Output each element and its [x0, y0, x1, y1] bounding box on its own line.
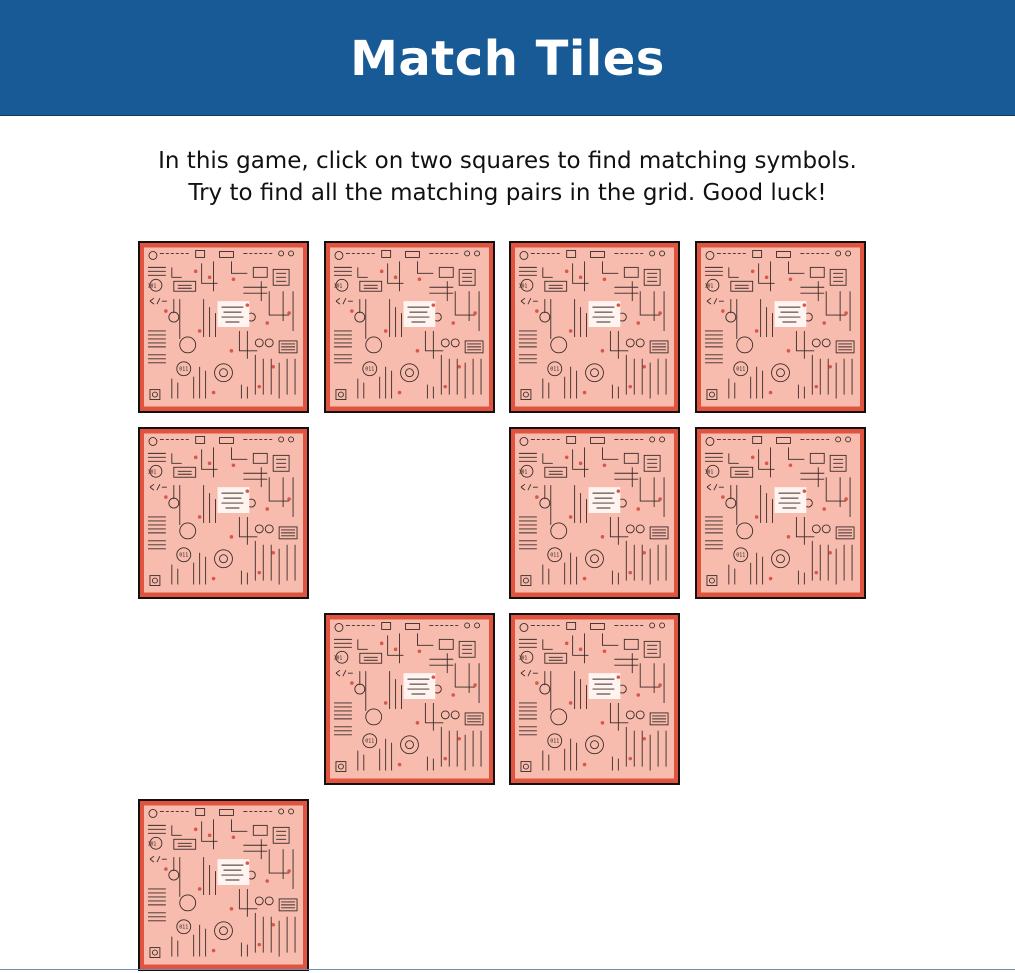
circuit-pattern-icon: 101 011 — [515, 247, 674, 407]
tile-1-3[interactable]: 101 011 — [509, 241, 680, 413]
instructions: In this game, click on two squares to fi… — [0, 145, 1015, 209]
svg-text:011: 011 — [550, 553, 559, 559]
svg-text:011: 011 — [179, 367, 188, 373]
circuit-pattern-icon: 101 011 — [330, 247, 489, 407]
tile-4-1[interactable]: 101 011 — [138, 799, 309, 971]
tile-2-4[interactable]: 101 011 — [695, 427, 866, 599]
svg-text:101: 101 — [704, 469, 713, 475]
svg-text:011: 011 — [365, 367, 374, 373]
tile-3-3[interactable]: 101 011 — [509, 613, 680, 785]
circuit-pattern-icon: 101 011 — [701, 247, 860, 407]
tile-1-1[interactable]: 101 011 — [138, 241, 309, 413]
svg-text:101: 101 — [518, 469, 527, 475]
tile-1-2[interactable]: 101 011 — [324, 241, 495, 413]
svg-text:011: 011 — [550, 367, 559, 373]
svg-text:011: 011 — [736, 367, 745, 373]
svg-text:101: 101 — [704, 283, 713, 289]
circuit-pattern-icon: 101 011 — [144, 805, 303, 965]
page-divider — [0, 969, 1015, 970]
circuit-pattern-icon: 101 011 — [330, 619, 489, 779]
svg-text:101: 101 — [333, 655, 342, 661]
tile-2-1[interactable]: 101 011 — [138, 427, 309, 599]
svg-text:101: 101 — [333, 283, 342, 289]
svg-text:101: 101 — [147, 469, 156, 475]
svg-text:011: 011 — [736, 553, 745, 559]
tile-1-4[interactable]: 101 011 — [695, 241, 866, 413]
svg-text:011: 011 — [550, 739, 559, 745]
circuit-pattern-icon: 101 011 — [515, 433, 674, 593]
instructions-line-1: In this game, click on two squares to fi… — [158, 148, 857, 174]
svg-text:011: 011 — [179, 925, 188, 931]
tile-3-2[interactable]: 101 011 — [324, 613, 495, 785]
svg-text:101: 101 — [147, 283, 156, 289]
game-header: Match Tiles — [0, 0, 1015, 116]
svg-text:011: 011 — [365, 739, 374, 745]
game-title: Match Tiles — [350, 30, 665, 87]
circuit-pattern-icon: 101 011 — [144, 247, 303, 407]
instructions-line-2: Try to find all the matching pairs in th… — [188, 180, 827, 206]
circuit-pattern-icon: 101 011 — [144, 433, 303, 593]
svg-text:101: 101 — [147, 841, 156, 847]
svg-text:011: 011 — [179, 553, 188, 559]
circuit-pattern-icon: 101 011 — [701, 433, 860, 593]
svg-text:101: 101 — [518, 283, 527, 289]
tile-2-3[interactable]: 101 011 — [509, 427, 680, 599]
svg-text:101: 101 — [518, 655, 527, 661]
circuit-pattern-icon: 101 011 — [515, 619, 674, 779]
